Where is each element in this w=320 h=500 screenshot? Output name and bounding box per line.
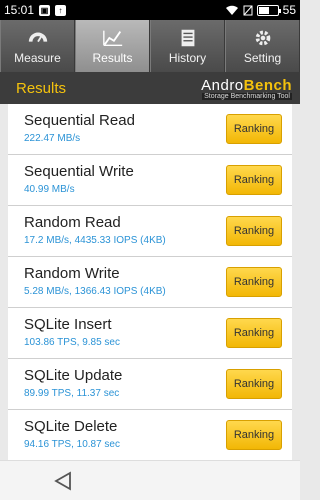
result-name: Random Write	[24, 265, 120, 282]
results-list[interactable]: Sequential Read 222.47 MB/s Ranking Sequ…	[0, 104, 300, 460]
logo-main: AndroBench	[201, 77, 292, 94]
back-icon[interactable]	[52, 471, 74, 491]
results-header: Results AndroBench Storage Benchmarking …	[0, 72, 300, 104]
status-left: 15:01 ▣ ↑	[0, 3, 67, 17]
gear-icon	[255, 30, 270, 45]
tab-measure-label: Measure	[14, 50, 61, 65]
tab-setting[interactable]: Setting	[225, 20, 300, 72]
result-value: 17.2 MB/s, 4435.33 IOPS (4KB)	[24, 235, 166, 246]
status-bar: 15:01 ▣ ↑ 55	[0, 0, 300, 20]
result-row-sqlite-insert: SQLite Insert 103.86 TPS, 9.85 sec Ranki…	[8, 308, 292, 359]
result-name: Random Read	[24, 214, 121, 231]
ranking-button[interactable]: Ranking	[226, 267, 282, 297]
status-time: 15:01	[4, 3, 35, 17]
navigation-bar	[0, 460, 300, 500]
logo-subtitle: Storage Benchmarking Tool	[202, 92, 292, 100]
result-name: SQLite Update	[24, 367, 123, 384]
result-row-sqlite-update: SQLite Update 89.99 TPS, 11.37 sec Ranki…	[8, 359, 292, 410]
battery-icon	[256, 4, 281, 16]
ranking-button[interactable]: Ranking	[226, 369, 282, 399]
status-right: 55	[225, 3, 300, 17]
ranking-button[interactable]: Ranking	[226, 165, 282, 195]
result-row-seq-write: Sequential Write 40.99 MB/s Ranking	[8, 155, 292, 206]
logo-bench: Bench	[243, 76, 292, 94]
chart-icon	[102, 30, 122, 46]
result-name: SQLite Delete	[24, 418, 118, 435]
history-icon	[181, 29, 194, 46]
result-value: 94.16 TPS, 10.87 sec	[24, 439, 120, 450]
result-row-sqlite-delete: SQLite Delete 94.16 TPS, 10.87 sec Ranki…	[8, 410, 292, 460]
result-row-rand-read: Random Read 17.2 MB/s, 4435.33 IOPS (4KB…	[8, 206, 292, 257]
tab-measure[interactable]: Measure	[0, 20, 75, 72]
ranking-button[interactable]: Ranking	[226, 420, 282, 450]
tab-history-label: History	[168, 50, 207, 65]
result-value: 89.99 TPS, 11.37 sec	[24, 388, 120, 399]
wifi-icon	[225, 5, 238, 15]
page-title: Results	[16, 79, 67, 97]
result-name: Sequential Read	[24, 112, 135, 129]
result-row-rand-write: Random Write 5.28 MB/s, 1366.43 IOPS (4K…	[8, 257, 292, 308]
tab-history[interactable]: History	[150, 20, 225, 72]
result-row-seq-read: Sequential Read 222.47 MB/s Ranking	[8, 104, 292, 155]
result-name: Sequential Write	[24, 163, 134, 180]
ranking-button[interactable]: Ranking	[226, 318, 282, 348]
tab-setting-label: Setting	[243, 50, 282, 65]
androbench-logo: AndroBench Storage Benchmarking Tool	[201, 77, 292, 100]
battery-percent: 55	[282, 3, 296, 17]
upload-icon: ↑	[55, 4, 67, 16]
result-value: 103.86 TPS, 9.85 sec	[24, 337, 120, 348]
tab-results-label: Results	[92, 50, 133, 65]
result-value: 5.28 MB/s, 1366.43 IOPS (4KB)	[24, 286, 166, 297]
tab-results[interactable]: Results	[75, 20, 150, 72]
ranking-button[interactable]: Ranking	[226, 114, 282, 144]
ranking-button[interactable]: Ranking	[226, 216, 282, 246]
result-value: 40.99 MB/s	[24, 184, 75, 195]
tab-bar: Measure Results History Setting	[0, 20, 300, 72]
result-value: 222.47 MB/s	[24, 133, 81, 144]
logo-andro: Andro	[201, 76, 244, 94]
result-name: SQLite Insert	[24, 316, 112, 333]
measure-icon	[28, 32, 47, 42]
no-sim-icon	[243, 5, 253, 15]
notification-icon: ▣	[39, 4, 51, 16]
